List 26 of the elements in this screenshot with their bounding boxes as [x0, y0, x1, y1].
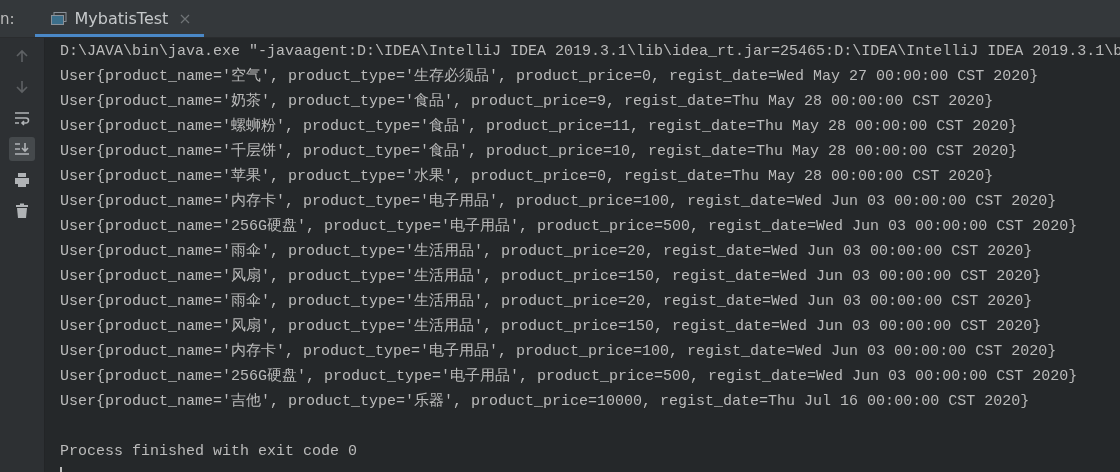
output-line: User{product_name='256G硬盘', product_type='电子用品', product_price=500, regist_date=Wed Jun 03 00:00:00 CST 2020}: [60, 366, 1079, 387]
scroll-to-end-icon: [14, 141, 30, 157]
output-line: User{product_name='千层饼', product_type='食品', product_price=10, regist_date=Thu May 28 00:00:00 CST 2020}: [60, 141, 1019, 162]
output-line: User{product_name='256G硬盘', product_type='电子用品', product_price=500, regist_date=Wed Jun 03 00:00:00 CST 2020}: [60, 216, 1079, 237]
output-line: User{product_name='奶茶', product_type='食品', product_price=9, regist_date=Thu May 28 00:00:00 CST 2020}: [60, 91, 995, 112]
output-line: User{product_name='空气', product_type='生存必须品', product_price=0, regist_date=Wed May 27 00:00:00 CST 2020}: [60, 66, 1040, 87]
wrap-lines-icon: [14, 110, 30, 126]
output-line: User{product_name='苹果', product_type='水果', product_price=0, regist_date=Thu May 28 00:00:00 CST 2020}: [60, 166, 995, 187]
close-icon[interactable]: [180, 13, 191, 24]
output-line: User{product_name='内存卡', product_type='电子用品', product_price=100, regist_date=Wed Jun 03 00:00:00 CST 2020}: [60, 191, 1058, 212]
output-line: User{product_name='风扇', product_type='生活用品', product_price=150, regist_date=Wed Jun 03 00:00:00 CST 2020}: [60, 316, 1043, 337]
exit-message: Process finished with exit code 0: [60, 442, 359, 462]
output-line: User{product_name='雨伞', product_type='生活用品', product_price=20, regist_date=Wed Jun 03 00:00:00 CST 2020}: [60, 241, 1034, 262]
output-line: User{product_name='内存卡', product_type='电子用品', product_price=100, regist_date=Wed Jun 03 00:00:00 CST 2020}: [60, 341, 1058, 362]
printer-icon: [14, 172, 30, 188]
up-arrow-icon: [14, 48, 30, 64]
trash-icon: [14, 203, 30, 219]
output-line: User{product_name='吉他', product_type='乐器', product_price=10000, regist_date=Thu Jul 16 00:00:00 CST 2020}: [60, 391, 1031, 412]
output-line: User{product_name='风扇', product_type='生活用品', product_price=150, regist_date=Wed Jun 03 00:00:00 CST 2020}: [60, 266, 1043, 287]
window-icon: [50, 11, 67, 26]
tool-window-label: n:: [0, 8, 16, 30]
scroll-button[interactable]: [9, 137, 35, 161]
down-arrow-icon: [14, 79, 30, 95]
output-line: User{product_name='雨伞', product_type='生活用品', product_price=20, regist_date=Wed Jun 03 00:00:00 CST 2020}: [60, 291, 1034, 312]
output-line: User{product_name='螺蛳粉', product_type='食品', product_price=11, regist_date=Thu May 28 00:00:00 CST 2020}: [60, 116, 1019, 137]
console-tab[interactable]: MybatisTest: [34, 3, 205, 37]
